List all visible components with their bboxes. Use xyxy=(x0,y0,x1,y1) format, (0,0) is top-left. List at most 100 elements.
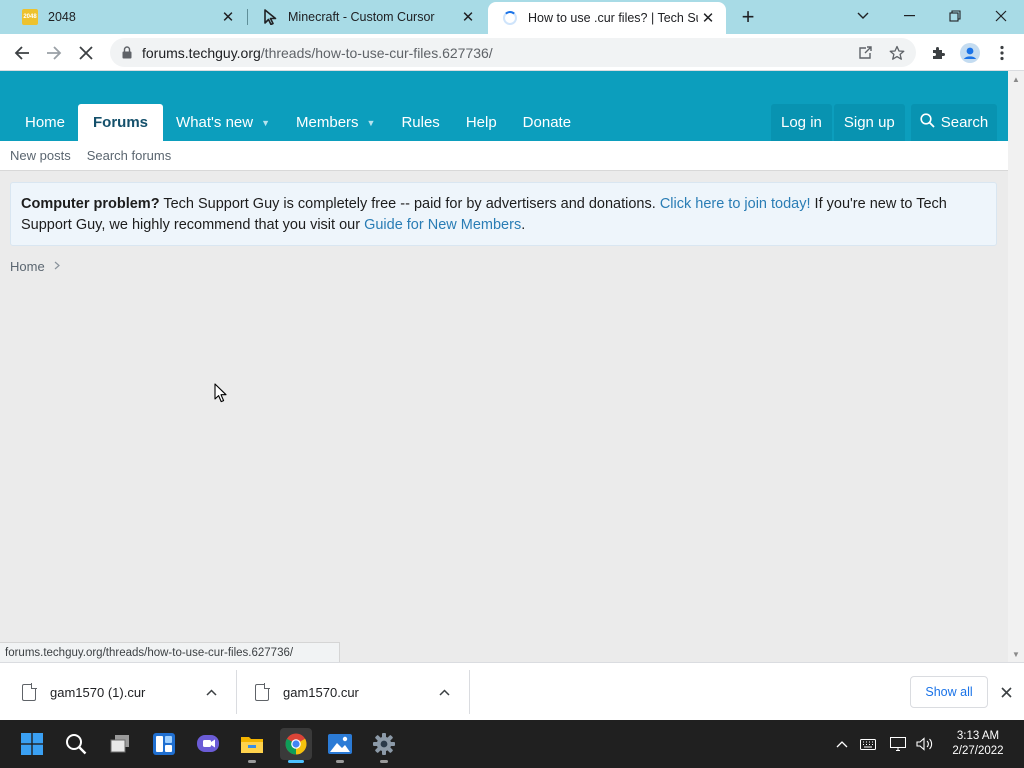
nav-label: Donate xyxy=(522,114,572,131)
download-item[interactable]: gam1570.cur xyxy=(255,663,469,721)
download-filename: gam1570 (1).cur xyxy=(50,684,146,700)
auth-buttons: Log in Sign up xyxy=(771,104,905,141)
page-scrollbar[interactable]: ▲ ▼ xyxy=(1008,71,1024,662)
nav-help[interactable]: Help xyxy=(453,104,510,141)
file-explorer-icon[interactable] xyxy=(236,728,268,763)
chevron-right-icon xyxy=(54,261,60,273)
link-status-bubble: forums.techguy.org/threads/how-to-use-cu… xyxy=(0,642,340,662)
nav-donate[interactable]: Donate xyxy=(510,104,584,141)
site-header: Home Forums What's new ▼ Members ▼ Rules H… xyxy=(0,71,1008,141)
login-button[interactable]: Log in xyxy=(771,104,832,141)
signup-button[interactable]: Sign up xyxy=(833,104,905,141)
chevron-up-icon[interactable] xyxy=(206,685,217,699)
new-tab-icon[interactable]: + xyxy=(736,4,760,29)
tab-strip: 2048 2048 ✕ Minecraft - Custom Cursor ✕ … xyxy=(0,0,1024,34)
bookmark-star-icon[interactable] xyxy=(888,44,906,62)
system-tray xyxy=(834,720,934,768)
2048-favicon: 2048 xyxy=(22,9,38,25)
url-text: forums.techguy.org/threads/how-to-use-cu… xyxy=(142,45,493,61)
start-icon[interactable] xyxy=(16,728,48,760)
search-icon xyxy=(920,113,935,132)
task-view-icon[interactable] xyxy=(104,728,136,760)
nav-members[interactable]: Members ▼ xyxy=(283,104,388,141)
settings-icon[interactable] xyxy=(368,728,400,763)
stop-loading-icon[interactable] xyxy=(72,39,100,67)
running-indicator xyxy=(336,760,344,763)
dropdown-caret-icon[interactable]: ▼ xyxy=(261,118,270,128)
tab-title: Minecraft - Custom Cursor xyxy=(288,10,435,24)
nav-rules[interactable]: Rules xyxy=(388,104,452,141)
search-icon[interactable] xyxy=(60,728,92,760)
download-shelf: gam1570 (1).cur gam1570.cur Show all xyxy=(0,662,1024,720)
search-label: Search xyxy=(940,114,989,131)
close-tab-icon[interactable]: ✕ xyxy=(218,7,238,27)
clock-time: 3:13 AM xyxy=(956,730,1000,742)
scroll-down-arrow-icon[interactable]: ▼ xyxy=(1012,650,1020,659)
notice-heading: Computer problem? xyxy=(21,196,160,212)
address-bar[interactable]: forums.techguy.org/threads/how-to-use-cu… xyxy=(110,38,916,67)
show-hidden-icons-chevron-icon[interactable] xyxy=(834,740,850,748)
chrome-icon[interactable] xyxy=(280,728,312,763)
download-separator xyxy=(236,670,237,714)
nav-label: Rules xyxy=(401,114,440,131)
kebab-menu-icon[interactable] xyxy=(988,39,1016,67)
dropdown-caret-icon[interactable]: ▼ xyxy=(367,118,376,128)
network-icon[interactable] xyxy=(890,737,906,751)
running-indicator xyxy=(288,760,304,763)
file-icon xyxy=(22,682,37,701)
nav-whats-new[interactable]: What's new ▼ xyxy=(163,104,283,141)
extensions-puzzle-icon[interactable] xyxy=(924,39,952,67)
main-nav: Home Forums What's new ▼ Members ▼ Rules H… xyxy=(12,104,584,141)
close-shelf-icon[interactable] xyxy=(996,682,1016,702)
taskbar-clock[interactable]: 3:13 AM 2/27/2022 xyxy=(946,729,1010,759)
new-posts-link[interactable]: New posts xyxy=(10,148,71,163)
notice-text: Tech Support Guy is completely free -- p… xyxy=(159,196,660,212)
photos-icon[interactable] xyxy=(324,728,356,763)
notice-banner: Computer problem? Tech Support Guy is co… xyxy=(10,182,997,246)
close-tab-icon[interactable]: ✕ xyxy=(698,8,718,28)
close-window-icon[interactable] xyxy=(978,0,1024,32)
url-path: /threads/how-to-use-cur-files.627736/ xyxy=(260,44,493,61)
mouse-cursor-icon xyxy=(214,383,228,406)
keyboard-icon[interactable] xyxy=(860,738,876,750)
tab-how-to-use-cur-files[interactable]: How to use .cur files? | Tech Supp ✕ xyxy=(488,2,726,34)
widgets-icon[interactable] xyxy=(148,728,180,760)
forward-arrow-icon[interactable] xyxy=(40,39,68,67)
nav-label: Members xyxy=(296,114,359,131)
breadcrumb-home-link[interactable]: Home xyxy=(10,259,45,274)
download-filename: gam1570.cur xyxy=(283,684,359,700)
running-indicator xyxy=(380,760,388,763)
chevron-up-icon[interactable] xyxy=(439,685,450,699)
page-viewport: Home Forums What's new ▼ Members ▼ Rules H… xyxy=(0,71,1008,662)
minimize-icon[interactable] xyxy=(886,0,932,32)
tab-2048[interactable]: 2048 2048 ✕ xyxy=(8,0,246,34)
nav-forums[interactable]: Forums xyxy=(78,104,164,141)
tab-minecraft-custom-cursor[interactable]: Minecraft - Custom Cursor ✕ xyxy=(248,0,486,34)
nav-label: Help xyxy=(465,114,497,131)
restore-icon[interactable] xyxy=(932,0,978,32)
breadcrumb: Home xyxy=(10,259,60,274)
scroll-up-arrow-icon[interactable]: ▲ xyxy=(1012,75,1020,84)
clock-date: 2/27/2022 xyxy=(952,745,1004,757)
guide-new-members-link[interactable]: Guide for New Members xyxy=(364,217,521,233)
download-item[interactable]: gam1570 (1).cur xyxy=(22,663,236,721)
back-arrow-icon[interactable] xyxy=(8,39,36,67)
running-indicator xyxy=(248,760,256,763)
profile-avatar-icon[interactable] xyxy=(956,39,984,67)
download-separator xyxy=(469,670,470,714)
volume-icon[interactable] xyxy=(916,737,934,751)
search-button[interactable]: Search xyxy=(911,104,997,141)
tab-title: 2048 xyxy=(48,10,76,24)
join-today-link[interactable]: Click here to join today! xyxy=(660,196,811,212)
lock-icon[interactable] xyxy=(112,46,142,59)
show-all-button[interactable]: Show all xyxy=(910,676,988,708)
close-tab-icon[interactable]: ✕ xyxy=(458,7,478,27)
nav-label: Home xyxy=(25,114,66,131)
teams-chat-icon[interactable] xyxy=(192,728,224,760)
nav-label: Forums xyxy=(93,114,149,131)
search-forums-link[interactable]: Search forums xyxy=(87,148,172,163)
tab-search-chevron-icon[interactable] xyxy=(840,0,886,32)
tab-title: How to use .cur files? | Tech Supp xyxy=(528,11,698,25)
share-icon[interactable] xyxy=(856,44,874,62)
nav-home[interactable]: Home xyxy=(12,104,78,141)
